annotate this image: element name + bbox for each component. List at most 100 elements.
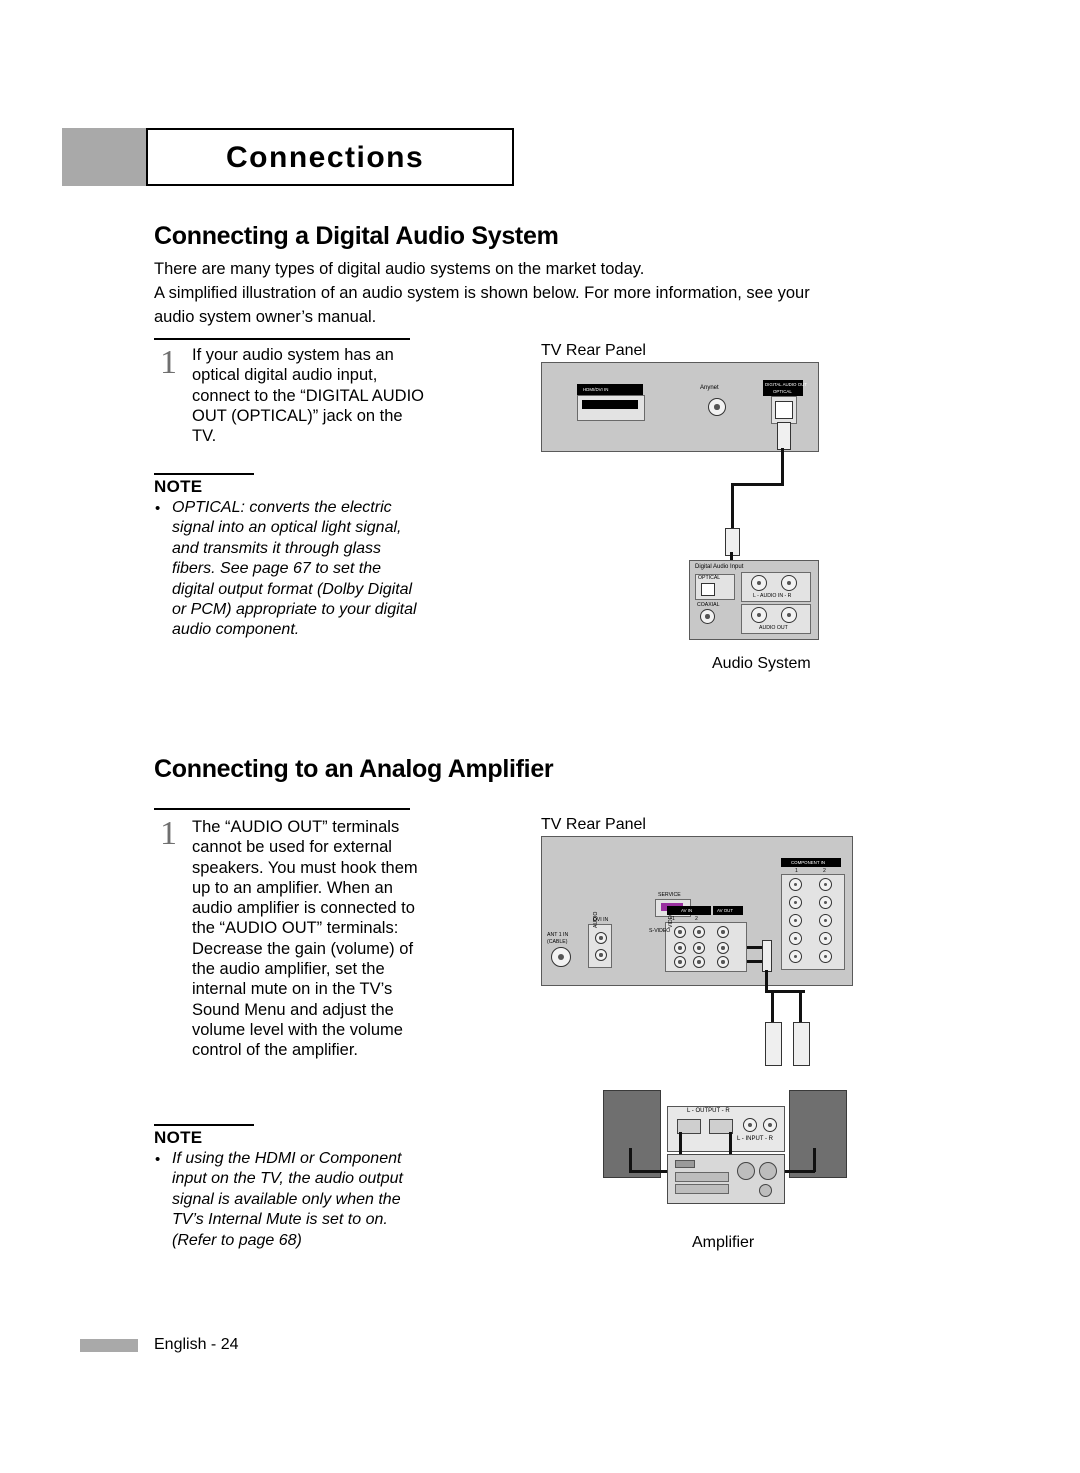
header-accent-bar	[62, 128, 146, 186]
digital-audio-out-optical-label: OPTICAL	[773, 388, 792, 394]
optical-in-opening	[701, 583, 715, 596]
amplifier-knob-2[interactable]	[759, 1162, 777, 1180]
av-out-label: AV OUT	[717, 907, 734, 913]
page-header: Connections	[62, 128, 514, 186]
header-box: Connections	[146, 128, 514, 186]
audio-in-right-jack	[781, 575, 797, 591]
av-in-1-audio-l-jack	[674, 942, 686, 954]
ant-in-jack	[551, 947, 571, 967]
av-in-label: AV IN	[681, 907, 693, 913]
amplifier-button-row-2	[675, 1184, 729, 1194]
service-label: SERVICE	[658, 892, 681, 898]
component-2-pr-jack	[819, 914, 832, 927]
av-out-audio-l-jack	[717, 942, 729, 954]
rca-plug-right	[793, 1022, 810, 1066]
audio-out-right-jack	[781, 607, 797, 623]
digital-note-divider	[154, 473, 254, 475]
section-heading-digital-audio: Connecting a Digital Audio System	[154, 222, 559, 250]
component-1-y-jack	[789, 878, 802, 891]
amp-input-right-jack	[763, 1118, 777, 1132]
digital-audio-input-label: Digital Audio Input	[695, 564, 744, 570]
analog-note-label: NOTE	[154, 1128, 203, 1147]
dvi-audio-label: AUDIO	[593, 911, 599, 928]
amplifier-knob-1[interactable]	[737, 1162, 755, 1180]
audio-cable-down-1	[765, 970, 768, 992]
dvi-audio-left-jack	[595, 932, 607, 944]
analog-note-divider	[154, 1124, 254, 1126]
audio-out-left-jack	[751, 607, 767, 623]
component-2-audio-l-jack	[819, 932, 832, 945]
component-1-pb-jack	[789, 896, 802, 909]
anynet-label: Anynet	[700, 385, 719, 391]
component-1-audio-l-jack	[789, 932, 802, 945]
amp-output-label: L - OUTPUT - R	[687, 1108, 730, 1114]
digital-note-label: NOTE	[154, 477, 203, 496]
av-in-1-audio-r-jack	[674, 956, 686, 968]
svideo-label: S-VIDEO	[649, 928, 671, 934]
digital-step-text: If your audio system has an optical digi…	[192, 346, 425, 446]
component-1-audio-r-jack	[789, 950, 802, 963]
analog-note-bullet: •	[155, 1151, 161, 1168]
page-title: Connections	[226, 141, 425, 174]
speaker-right	[789, 1090, 847, 1178]
rca-plug-left	[765, 1022, 782, 1066]
digital-intro-paragraph-2: A simplified illustration of an audio sy…	[154, 284, 810, 326]
analog-step-text: The “AUDIO OUT” terminals cannot be used…	[192, 818, 418, 1060]
footer-page-label: English - 24	[154, 1336, 239, 1353]
figure-analog-amplifier-connection: ANT 1 IN (CABLE) SERVICE DVI IN AUDIO AV…	[541, 836, 853, 1226]
av-in-2-audio-r-jack	[693, 956, 705, 968]
optical-plug-top	[777, 422, 791, 450]
amp-input-left-jack	[743, 1118, 757, 1132]
speaker-wire-right-vertical	[813, 1148, 816, 1172]
hdmi-label: HDMI/DVI IN	[583, 386, 609, 392]
amplifier-display	[675, 1160, 695, 1168]
figure-digital-audio-connection: HDMI/DVI IN Anynet DIGITAL AUDIO OUT OPT…	[541, 362, 819, 652]
av-in-1-video-jack	[674, 926, 686, 938]
audio-cable-down-2	[771, 990, 774, 1026]
digital-audio-out-label: DIGITAL AUDIO OUT	[765, 382, 807, 387]
optical-cable-horizontal	[731, 483, 784, 486]
component-2-pb-jack	[819, 896, 832, 909]
footer-accent-bar	[80, 1339, 138, 1352]
av-in-2-audio-l-jack	[693, 942, 705, 954]
component-2-y-jack	[819, 878, 832, 891]
ant-in-label: ANT 1 IN	[547, 932, 569, 938]
amplifier-button-row-1	[675, 1172, 729, 1182]
av-out-audio-r-jack	[717, 956, 729, 968]
analog-step-divider	[154, 808, 410, 810]
digital-step-number: 1	[160, 344, 177, 381]
audio-out-label: AUDIO OUT	[759, 625, 788, 631]
component-in-label: COMPONENT IN	[791, 859, 826, 865]
coaxial-label: COAXIAL	[697, 602, 720, 608]
optical-in-label: OPTICAL	[698, 575, 721, 581]
coaxial-jack	[700, 609, 715, 624]
audio-in-label: L - AUDIO IN - R	[753, 593, 792, 599]
digital-note-bullet: •	[155, 500, 161, 517]
optical-cable-vertical-2	[731, 483, 734, 531]
amplifier-knob-3[interactable]	[759, 1184, 772, 1197]
hdmi-port-slot	[582, 400, 638, 409]
caption-tv-rear-panel-1: TV Rear Panel	[541, 342, 646, 359]
optical-out-port-opening	[775, 401, 793, 419]
dvi-in-group	[588, 924, 612, 968]
digital-intro-paragraph-1: There are many types of digital audio sy…	[154, 260, 645, 278]
av-out-video-jack	[717, 926, 729, 938]
digital-step-divider	[154, 338, 410, 340]
rca-plug-pair-top	[762, 940, 772, 972]
cable-label: (CABLE)	[547, 939, 568, 945]
caption-amplifier: Amplifier	[692, 1234, 755, 1251]
caption-audio-system: Audio System	[712, 655, 811, 672]
analog-step-number: 1	[160, 815, 177, 852]
amp-input-label: L - INPUT - R	[737, 1136, 774, 1142]
section-heading-analog-amplifier: Connecting to an Analog Amplifier	[154, 755, 554, 783]
speaker-wire-left-vertical	[629, 1148, 632, 1172]
component-1-pr-jack	[789, 914, 802, 927]
anynet-jack	[708, 398, 726, 416]
component-2-audio-r-jack	[819, 950, 832, 963]
dvi-audio-right-jack	[595, 949, 607, 961]
av-video-label: VIDEO	[668, 911, 674, 928]
audio-cable-down-3	[799, 990, 802, 1026]
digital-note-text: OPTICAL: converts the electric signal in…	[172, 499, 417, 639]
speaker-left	[603, 1090, 661, 1178]
audio-in-left-jack	[751, 575, 767, 591]
